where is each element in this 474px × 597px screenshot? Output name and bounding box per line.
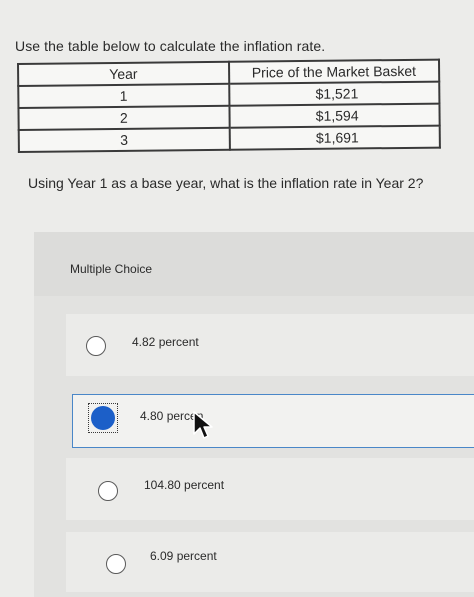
answer-option-1[interactable]: 4.82 percent: [66, 314, 474, 376]
table-cell-price: $1,691: [229, 125, 440, 150]
answer-option-4[interactable]: 6.09 percent: [66, 532, 474, 592]
question-text: Use the table below to calculate the inf…: [15, 38, 326, 54]
answer-option-label: 104.80 percent: [144, 478, 225, 492]
answer-option-label: 4.82 percent: [132, 335, 199, 349]
table-cell-price: $1,521: [228, 81, 440, 106]
table-row: 3 $1,691: [18, 125, 440, 152]
answer-option-2[interactable]: 4.80 percen: [72, 394, 474, 448]
inflation-table: Year Price of the Market Basket 1 $1,521…: [17, 58, 441, 153]
table-header-year: Year: [18, 61, 229, 86]
table-cell-year: 2: [18, 105, 230, 130]
radio-button[interactable]: [98, 481, 118, 501]
table-header-price: Price of the Market Basket: [228, 59, 440, 84]
answer-option-3[interactable]: 104.80 percent: [66, 458, 474, 520]
table-cell-year: 3: [18, 127, 230, 152]
arrow-cursor-icon: [193, 411, 213, 439]
subquestion-text: Using Year 1 as a base year, what is the…: [28, 175, 424, 191]
multiple-choice-label: Multiple Choice: [70, 262, 153, 276]
table-cell-price: $1,594: [228, 103, 440, 128]
radio-button-selected[interactable]: [91, 406, 115, 430]
radio-button[interactable]: [86, 336, 106, 356]
radio-button[interactable]: [106, 554, 126, 574]
answer-option-label: 6.09 percent: [150, 549, 217, 563]
table-cell-year: 1: [18, 83, 229, 108]
